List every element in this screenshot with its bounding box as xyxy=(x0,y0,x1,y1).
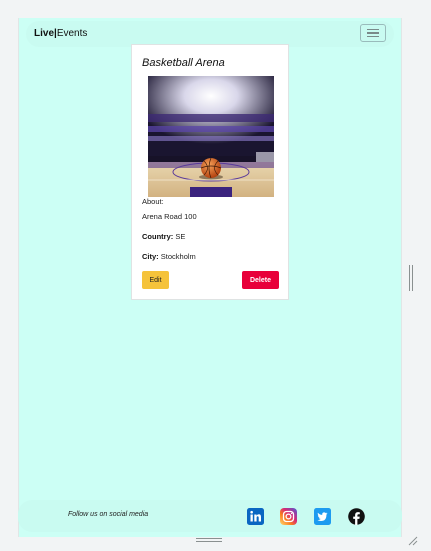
brand-bold: Live xyxy=(34,28,55,39)
window-resize-grip[interactable] xyxy=(409,265,415,291)
venue-card: Basketball Arena About: Arena Road 100 C… xyxy=(131,44,289,300)
linkedin-icon[interactable] xyxy=(247,508,264,525)
instagram-icon[interactable] xyxy=(280,508,297,525)
twitter-icon[interactable] xyxy=(314,508,331,525)
about-value: Arena Road 100 xyxy=(142,212,197,221)
facebook-icon[interactable] xyxy=(348,508,365,525)
venue-title: Basketball Arena xyxy=(142,57,225,69)
corner-resize-icon[interactable] xyxy=(406,533,418,546)
city-value: Stockholm xyxy=(160,252,196,261)
hamburger-icon[interactable] xyxy=(360,24,386,42)
bottom-resize-grip[interactable] xyxy=(196,538,222,543)
about-label: About: xyxy=(142,197,164,206)
brand-logo[interactable]: Live|Events xyxy=(34,28,87,40)
country-label: Country: xyxy=(142,232,174,241)
venue-image xyxy=(148,76,274,197)
edit-button[interactable]: Edit xyxy=(142,271,169,289)
brand-rest: Events xyxy=(56,28,88,39)
footer-text: Follow us on social media xyxy=(68,511,149,518)
country-value: SE xyxy=(175,232,186,241)
footer: Follow us on social media xyxy=(18,500,402,532)
city-row: City: Stockholm xyxy=(142,252,196,261)
city-label: City: xyxy=(142,252,159,261)
delete-button[interactable]: Delete xyxy=(242,271,279,289)
country-row: Country: SE xyxy=(142,232,185,241)
